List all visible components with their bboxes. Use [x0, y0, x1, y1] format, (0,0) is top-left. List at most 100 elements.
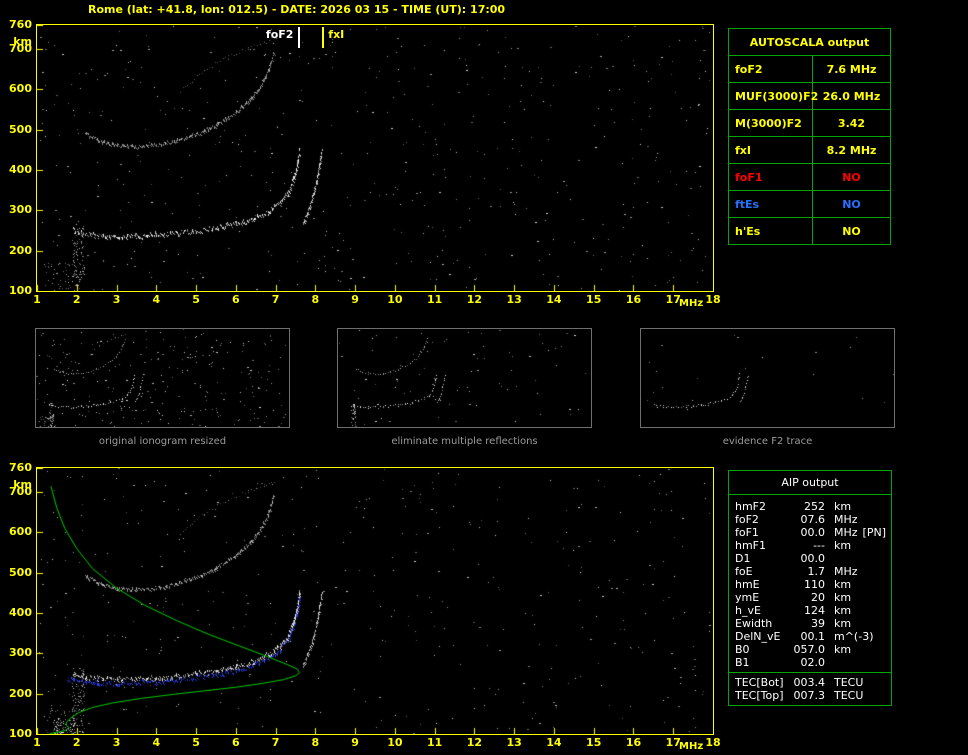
autoscala-table-row: ftEs NO [729, 190, 890, 217]
autoscala-row-value: 7.6 MHz [826, 62, 877, 76]
y-tick-label: 600 [9, 82, 32, 96]
x-tick-label: 11 [426, 293, 443, 306]
aip-row-unit: m^(-3) [834, 630, 874, 643]
aip-table-row: Ewidth 39 km [729, 617, 891, 630]
aip-row-value: 00.1 [800, 630, 826, 643]
aip-row-label: h_vE [735, 604, 761, 617]
thumbnail-caption-filtered: eliminate multiple reflections [391, 436, 538, 447]
aip-row-value: 39 [811, 617, 825, 630]
aip-table-row: DelN_vE 00.1 m^(-3) [729, 630, 891, 643]
aip-row-label: hmE [735, 578, 760, 591]
aip-table-row: hmF2 252 km [729, 500, 891, 513]
y-tick-label: 500 [9, 565, 32, 579]
y-axis-unit-label: km [13, 35, 32, 48]
x-tick-label: 14 [546, 736, 562, 749]
x-tick-label: 7 [271, 293, 280, 306]
aip-row-value: 110 [804, 578, 825, 591]
autoscala-row-label: ftEs [729, 191, 813, 217]
aip-row-value: 124 [804, 604, 825, 617]
autoscala-row-value: 3.42 [837, 116, 866, 130]
y-tick-label: 200 [9, 243, 32, 257]
ionogram-plot-top: 760 700 600 500 400 300 200 100 km 1 2 3 4 5 6 7 8 9 10 11 1… [9, 18, 721, 309]
aip-row-value: 1.7 [807, 565, 826, 578]
aip-row-label: D1 [735, 552, 751, 565]
aip-tec-value: 003.4 [793, 676, 826, 689]
aip-tec-label: TEC[Bot] [735, 676, 784, 689]
x-tick-label: 16 [625, 736, 642, 749]
x-tick-label: 7 [271, 736, 280, 749]
x-tick-label: 1 [33, 293, 41, 306]
aip-row-unit: MHz [834, 565, 858, 578]
aip-row-unit: MHz [834, 526, 858, 539]
autoscala-app-window: Rome (lat: +41.8, lon: 012.5) - DATE: 20… [0, 0, 968, 755]
x-tick-label: 14 [546, 293, 562, 306]
aip-row-label: foE [735, 565, 753, 578]
autoscala-row-label: fxI [729, 137, 813, 163]
aip-tec-row: TEC[Top] 007.3 TECU [729, 689, 891, 702]
x-tick-label: 9 [351, 736, 359, 749]
x-tick-label: 4 [152, 736, 161, 749]
aip-tec-label: TEC[Top] [735, 689, 784, 702]
aip-row-value: 07.6 [800, 513, 826, 526]
autoscala-row-label: foF2 [729, 56, 813, 82]
aip-table-title: AIP output [729, 471, 891, 495]
aip-row-label: hmF2 [735, 500, 767, 513]
marker-line-fxi [322, 27, 325, 48]
aip-table-row: h_vE 124 km [729, 604, 891, 617]
y-tick-label: 400 [9, 606, 32, 620]
aip-row-unit: km [834, 591, 852, 604]
y-tick-label: 400 [9, 163, 32, 177]
x-tick-label: 10 [387, 293, 403, 306]
thumbnail-f2-trace-evidence [640, 328, 895, 428]
aip-table-body: hmF2 252 km foF2 07.6 MHz foF1 00.0 MHz [PN] hmF1 -… [729, 495, 891, 672]
aip-table-row: ymE 20 km [729, 591, 891, 604]
aip-row-value: 00.0 [800, 552, 826, 565]
thumbnail-multiple-reflections-removed [337, 328, 592, 428]
x-tick-label: 15 [586, 293, 602, 306]
x-tick-label: 12 [466, 736, 483, 749]
aip-row-value: 00.0 [800, 526, 826, 539]
aip-row-label: hmF1 [735, 539, 767, 552]
aip-row-value: 252 [804, 500, 825, 513]
ionogram-canvas-bottom [37, 468, 713, 734]
y-tick-label: 600 [9, 525, 32, 539]
y-tick-label: 200 [9, 686, 32, 700]
aip-table-row: foF1 00.0 MHz [PN] [729, 526, 891, 539]
aip-row-label: Ewidth [735, 617, 773, 630]
aip-row-unit: km [834, 643, 852, 656]
autoscala-table-row: M(3000)F2 3.42 [729, 109, 890, 136]
autoscala-row-label: h'Es [729, 218, 813, 244]
aip-row-label: ymE [735, 591, 760, 604]
autoscala-output-table: AUTOSCALA output foF2 7.6 MHz MUF(3000)F2 2… [728, 28, 891, 245]
x-tick-label: 10 [387, 736, 403, 749]
aip-table-row: hmE 110 km [729, 578, 891, 591]
aip-row-label: foF2 [735, 513, 759, 526]
autoscala-table-row: h'Es NO [729, 217, 890, 244]
ionogram-canvas-top [37, 25, 713, 291]
aip-tec-section: TEC[Bot] 003.4 TECU TEC[Top] 007.3 TECU [729, 672, 891, 705]
aip-table-row: foF2 07.6 MHz [729, 513, 891, 526]
thumbnail-caption-f2-trace: evidence F2 trace [722, 436, 813, 447]
aip-row-label: B1 [735, 656, 750, 669]
x-tick-label: 16 [625, 293, 642, 306]
marker-label-fxi: fxI [328, 28, 345, 41]
aip-row-value: 057.0 [793, 643, 826, 656]
aip-tec-unit: TECU [834, 676, 864, 689]
aip-row-value: 20 [811, 591, 825, 604]
x-tick-label: 6 [231, 736, 240, 749]
y-axis-unit-label: km [13, 478, 32, 491]
aip-row-unit: km [834, 539, 852, 552]
autoscala-row-value: NO [842, 197, 861, 211]
x-tick-label: 3 [112, 736, 121, 749]
thumbnail-canvas-original [36, 329, 289, 427]
autoscala-table-row: fxI 8.2 MHz [729, 136, 890, 163]
thumbnail-original-ionogram [35, 328, 290, 428]
y-tick-label: 500 [9, 122, 32, 136]
aip-table-row: B1 02.0 [729, 656, 891, 669]
aip-row-value: 02.0 [800, 656, 826, 669]
autoscala-row-label: M(3000)F2 [729, 110, 813, 136]
x-tick-label: 8 [311, 293, 320, 306]
aip-table-row: foE 1.7 MHz [729, 565, 891, 578]
autoscala-row-label: foF1 [729, 164, 813, 190]
autoscala-row-value: 26.0 MHz [822, 89, 881, 103]
